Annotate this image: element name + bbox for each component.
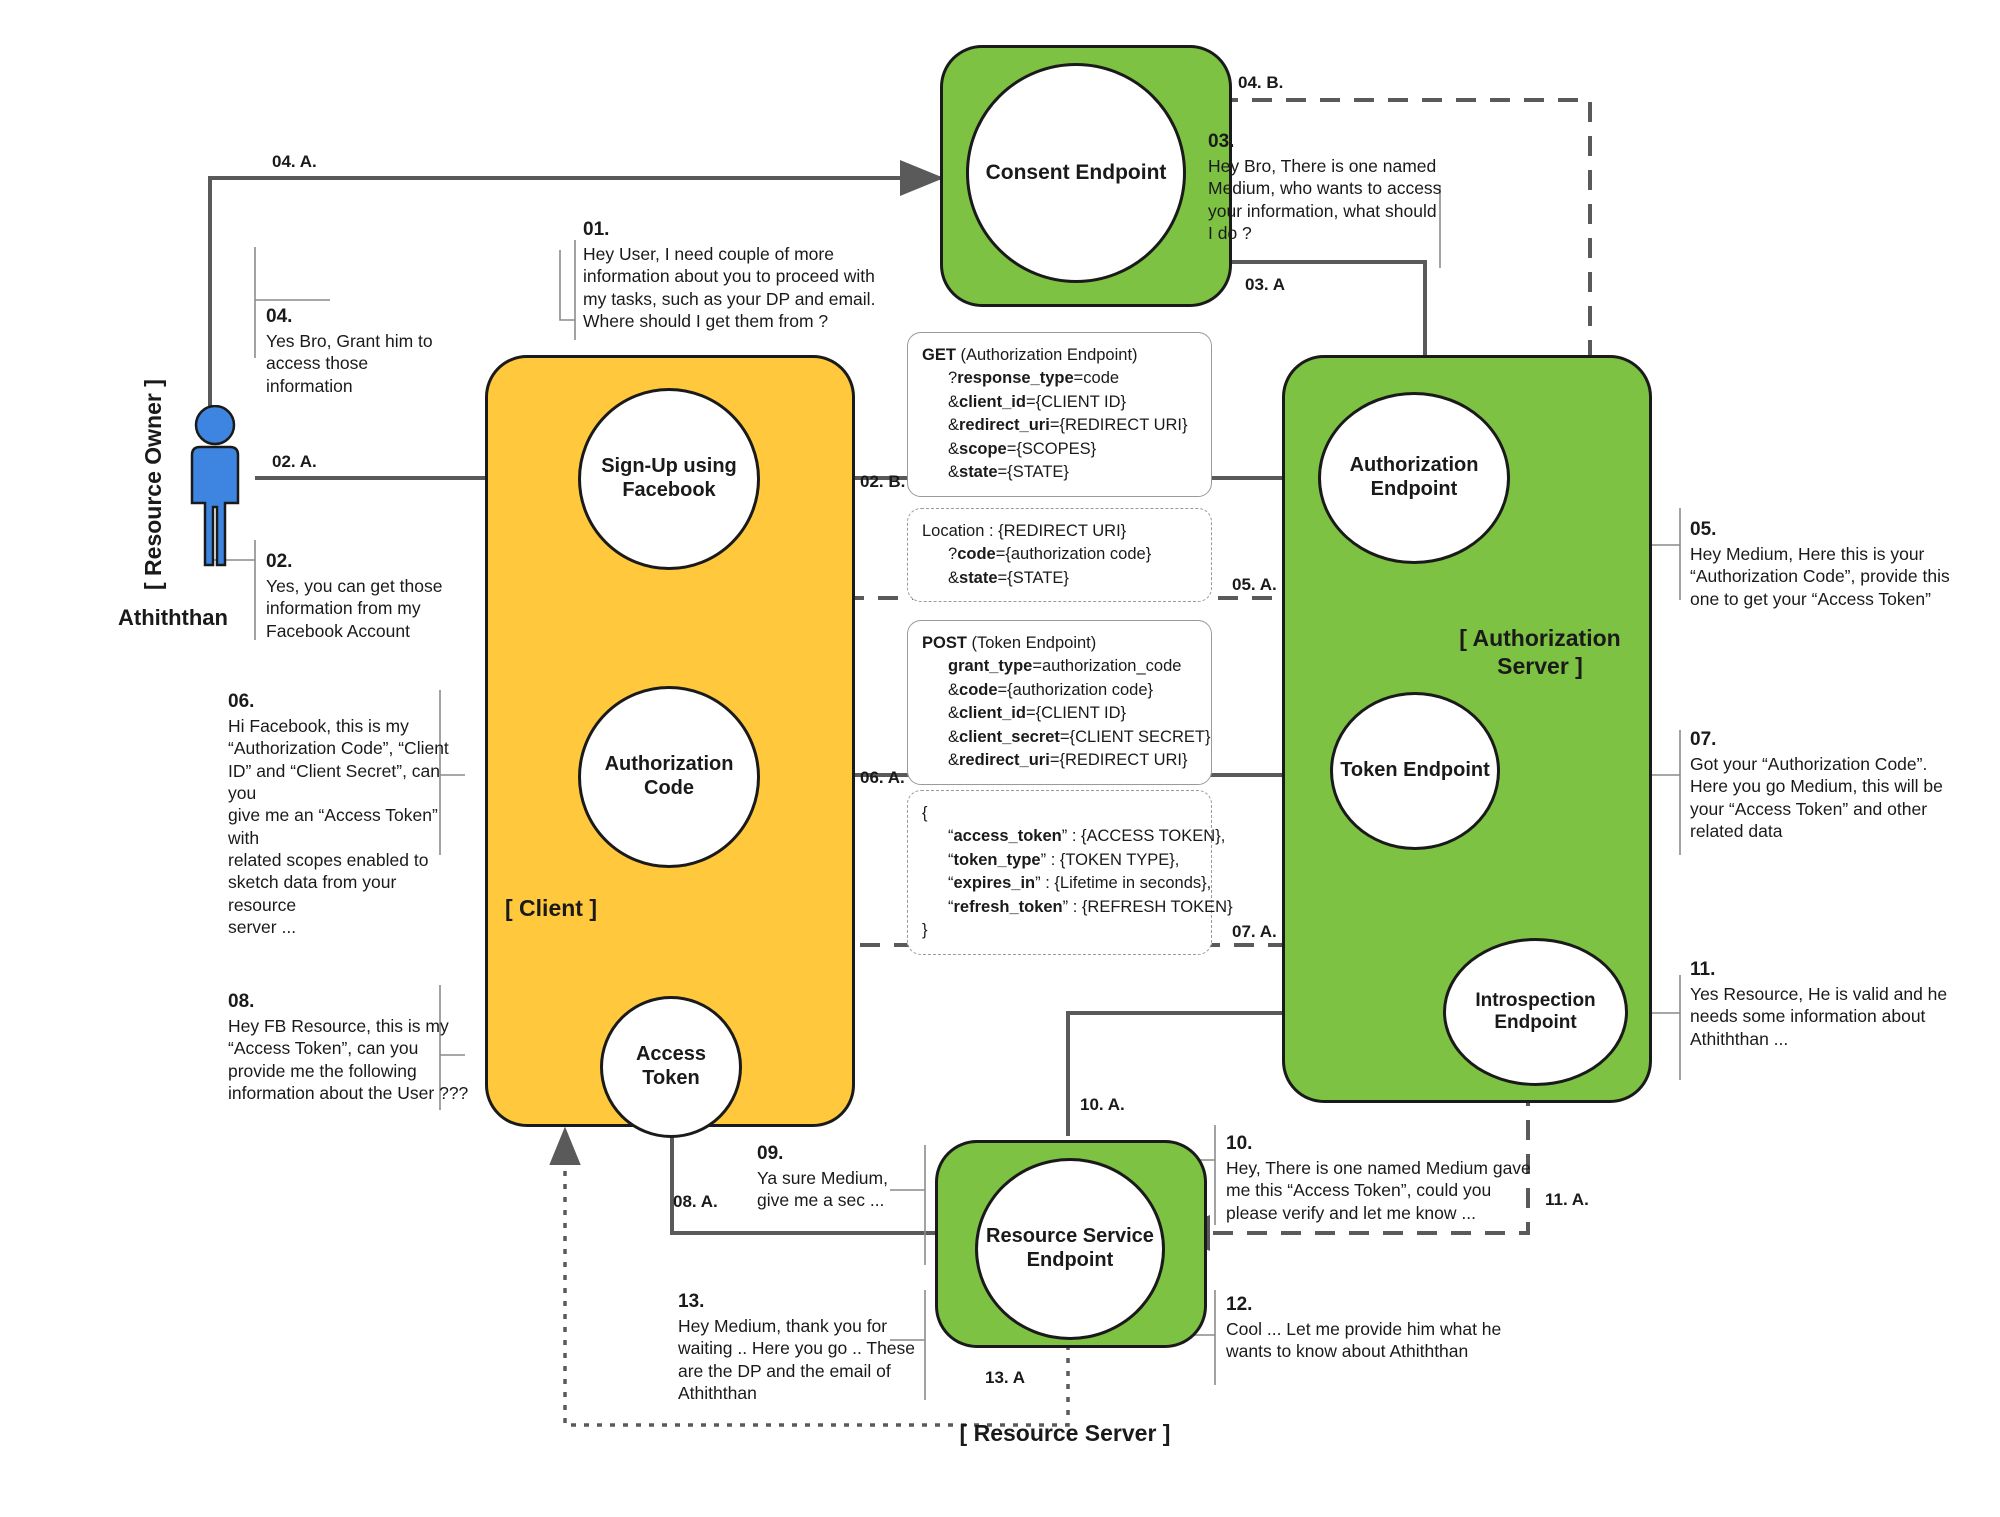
- code-line: “access_token” : {ACCESS TOKEN},: [948, 827, 1226, 846]
- code-line: GET (Authorization Endpoint): [922, 346, 1138, 364]
- note-02: 02. Yes, you can get those information f…: [266, 550, 481, 642]
- step-label-04a: 04. A.: [272, 152, 317, 171]
- code-line: POST (Token Endpoint): [922, 634, 1097, 652]
- codebox-token-response: { “access_token” : {ACCESS TOKEN}, “token_…: [907, 790, 1233, 955]
- codebox-get-authorization: GET (Authorization Endpoint) ?response_ty…: [907, 332, 1212, 497]
- code-line: “expires_in” : {Lifetime in seconds},: [948, 874, 1212, 893]
- zone-resource-server-label: [ Resource Server ]: [959, 1420, 1171, 1446]
- resource-owner-role-label: [ Resource Owner ]: [140, 379, 166, 590]
- code-line: grant_type=authorization_code: [948, 657, 1182, 676]
- step-label-11a: 11. A.: [1545, 1190, 1589, 1209]
- note-06-body: Hi Facebook, this is my “Authorization C…: [228, 715, 449, 938]
- note-06-number: 06.: [228, 691, 255, 712]
- node-introspection-endpoint[interactable]: Introspection Endpoint: [1443, 938, 1628, 1086]
- code-line: &client_id={CLIENT ID}: [948, 704, 1127, 723]
- note-13: 13. Hey Medium, thank you for waiting ..…: [678, 1290, 928, 1404]
- note-11-body: Yes Resource, He is valid and he needs s…: [1690, 983, 1948, 1049]
- code-line: &redirect_uri={REDIRECT URI}: [948, 751, 1188, 770]
- note-08-body: Hey FB Resource, this is my “Access Toke…: [228, 1015, 469, 1103]
- code-line: &redirect_uri={REDIRECT URI}: [948, 416, 1188, 435]
- node-authorization-endpoint[interactable]: Authorization Endpoint: [1318, 392, 1510, 564]
- note-07: 07. Got your “Authorization Code”. Here …: [1690, 728, 1950, 842]
- step-label-13a: 13. A: [985, 1368, 1026, 1387]
- codebox-post-token: POST (Token Endpoint) grant_type=authoriz…: [907, 620, 1212, 785]
- note-10: 10. Hey, There is one named Medium gave …: [1226, 1132, 1536, 1224]
- code-line: &client_id={CLIENT ID}: [948, 392, 1127, 411]
- note-12: 12. Cool ... Let me provide him what he …: [1226, 1293, 1526, 1363]
- note-03-body: Hey Bro, There is one named Medium, who …: [1208, 155, 1442, 243]
- note-03: 03. Hey Bro, There is one named Medium, …: [1208, 130, 1483, 244]
- note-10-number: 10.: [1226, 1133, 1253, 1154]
- step-label-05a: 05. A.: [1232, 575, 1277, 594]
- note-01-body: Hey User, I need couple of more informat…: [583, 243, 876, 331]
- note-08: 08. Hey FB Resource, this is my “Access …: [228, 990, 478, 1104]
- node-signup-using-facebook[interactable]: Sign-Up using Facebook: [578, 388, 760, 570]
- note-09-number: 09.: [757, 1143, 784, 1164]
- note-07-body: Got your “Authorization Code”. Here you …: [1690, 753, 1943, 841]
- node-consent-endpoint[interactable]: Consent Endpoint: [966, 63, 1186, 283]
- step-label-02b: 02. B.: [860, 472, 906, 491]
- zone-authorization-server-label: [ Authorization Server ]: [1459, 625, 1621, 679]
- step-label-08a: 08. A.: [673, 1192, 718, 1211]
- code-line: }: [922, 921, 928, 940]
- note-03-number: 03.: [1208, 131, 1235, 152]
- note-04-number: 04.: [266, 306, 293, 327]
- note-04-body: Yes Bro, Grant him to access those infor…: [266, 330, 433, 396]
- note-13-number: 13.: [678, 1291, 705, 1312]
- person-icon: [190, 405, 240, 567]
- zone-client-label: [ Client ]: [505, 895, 597, 921]
- code-line: ?code={authorization code}: [948, 545, 1152, 564]
- note-12-number: 12.: [1226, 1294, 1253, 1315]
- code-line: Location : {REDIRECT URI}: [922, 522, 1127, 540]
- code-line: &code={authorization code}: [948, 680, 1154, 699]
- node-authorization-endpoint-label: Authorization Endpoint: [1349, 454, 1479, 500]
- code-line: “token_type” : {TOKEN TYPE},: [948, 850, 1180, 869]
- node-access-token-label: Access Token: [635, 1043, 707, 1089]
- step-label-10a: 10. A.: [1080, 1095, 1125, 1114]
- node-consent-endpoint-label: Consent Endpoint: [985, 160, 1167, 184]
- note-01-number: 01.: [583, 219, 610, 240]
- step-label-04b: 04. B.: [1238, 73, 1284, 92]
- node-token-endpoint-label: Token Endpoint: [1340, 759, 1490, 782]
- node-access-token[interactable]: Access Token: [600, 996, 742, 1138]
- code-line: {: [922, 804, 928, 822]
- note-05-body: Hey Medium, Here this is your “Authoriza…: [1690, 543, 1950, 609]
- note-11-number: 11.: [1690, 959, 1716, 980]
- note-02-body: Yes, you can get those information from …: [266, 575, 443, 641]
- code-line: ?response_type=code: [948, 369, 1120, 388]
- note-04: 04. Yes Bro, Grant him to access those i…: [266, 305, 481, 397]
- note-08-number: 08.: [228, 991, 255, 1012]
- step-label-03a: 03. A: [1245, 275, 1286, 294]
- code-line: &client_secret={CLIENT SECRET}: [948, 727, 1211, 746]
- note-06: 06. Hi Facebook, this is my “Authorizati…: [228, 690, 468, 939]
- note-12-body: Cool ... Let me provide him what he want…: [1226, 1318, 1502, 1362]
- note-01: 01. Hey User, I need couple of more info…: [583, 218, 883, 332]
- note-11: 11. Yes Resource, He is valid and he nee…: [1690, 958, 1958, 1050]
- code-line: &state={STATE}: [948, 463, 1069, 482]
- code-line: &state={STATE}: [948, 568, 1069, 587]
- note-09: 09. Ya sure Medium, give me a sec ...: [757, 1142, 947, 1212]
- step-label-06a: 06. A.: [860, 768, 905, 787]
- node-introspection-endpoint-label: Introspection Endpoint: [1475, 989, 1596, 1033]
- codebox-location-redirect: Location : {REDIRECT URI} ?code={authoriz…: [907, 508, 1212, 603]
- resource-owner-name: Athiththan: [118, 605, 228, 630]
- node-authorization-code[interactable]: Authorization Code: [578, 686, 760, 868]
- node-signup-label: Sign-Up using Facebook: [601, 455, 737, 501]
- node-resource-service-endpoint[interactable]: Resource Service Endpoint: [975, 1158, 1165, 1340]
- note-05-number: 05.: [1690, 519, 1717, 540]
- step-label-07a: 07. A.: [1232, 922, 1277, 941]
- diagram-canvas: Consent Endpoint Sign-Up using Facebook …: [0, 0, 2000, 1517]
- code-line: &scope={SCOPES}: [948, 439, 1097, 458]
- note-13-body: Hey Medium, thank you for waiting .. Her…: [678, 1315, 916, 1403]
- node-resource-service-endpoint-label: Resource Service Endpoint: [986, 1225, 1154, 1271]
- note-02-number: 02.: [266, 551, 293, 572]
- note-07-number: 07.: [1690, 729, 1717, 750]
- node-authorization-code-label: Authorization Code: [604, 753, 734, 799]
- note-09-body: Ya sure Medium, give me a sec ...: [757, 1167, 888, 1211]
- step-label-02a: 02. A.: [272, 452, 317, 471]
- node-token-endpoint[interactable]: Token Endpoint: [1330, 692, 1500, 850]
- note-05: 05. Hey Medium, Here this is your “Autho…: [1690, 518, 1955, 610]
- note-10-body: Hey, There is one named Medium gave me t…: [1226, 1157, 1531, 1223]
- code-line: “refresh_token” : {REFRESH TOKEN}: [948, 897, 1233, 916]
